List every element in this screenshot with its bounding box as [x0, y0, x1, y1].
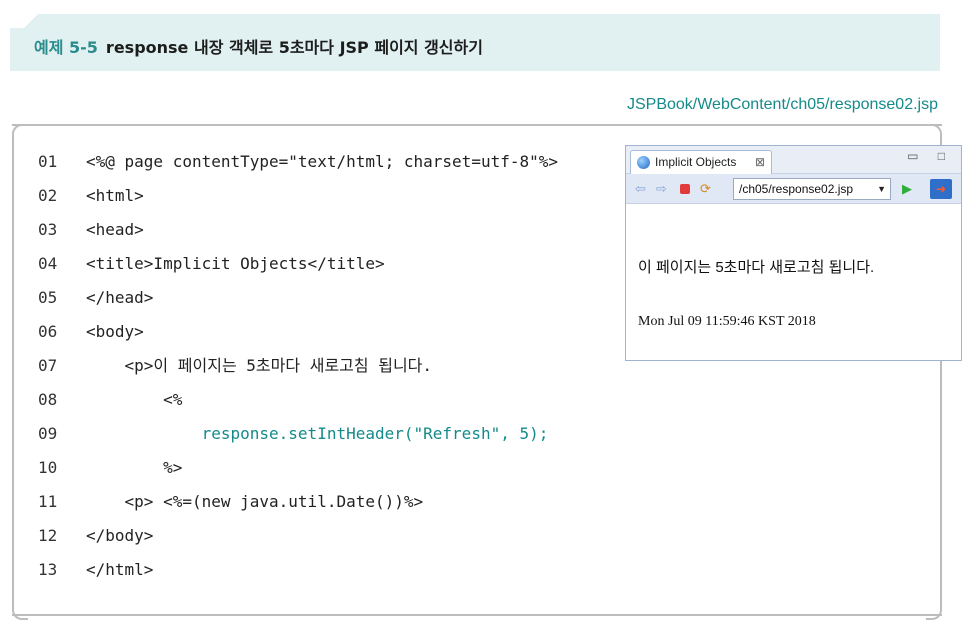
code-text: <%	[86, 390, 183, 409]
chevron-down-icon[interactable]: ▼	[877, 179, 886, 199]
line-number: 02	[38, 186, 58, 205]
line-number: 04	[38, 254, 58, 273]
window-controls[interactable]: ▭ □	[907, 149, 953, 163]
line-number: 03	[38, 220, 58, 239]
code-line: 03 <head>	[38, 219, 558, 253]
go-icon[interactable]: ▶	[902, 181, 912, 197]
code-line: 02 <html>	[38, 185, 558, 219]
line-number: 07	[38, 356, 58, 375]
forward-arrow-icon[interactable]: ⇨	[656, 181, 667, 197]
code-line: 09 response.setIntHeader("Refresh", 5);	[38, 423, 558, 457]
example-title: 예제 5-5 response 내장 객체로 5초마다 JSP 페이지 갱신하기	[34, 34, 483, 58]
code-line: 13 </html>	[38, 559, 558, 593]
code-listing: 01 <%@ page contentType="text/html; chars…	[38, 151, 558, 593]
line-number: 01	[38, 152, 58, 171]
stop-icon[interactable]	[680, 184, 690, 194]
refresh-icon[interactable]: ⟳	[700, 181, 711, 197]
line-number: 10	[38, 458, 58, 477]
code-line: 11 <p> <%=(new java.util.Date())%>	[38, 491, 558, 525]
url-input[interactable]: /ch05/response02.jsp ▼	[733, 178, 891, 200]
code-line: 04 <title>Implicit Objects</title>	[38, 253, 558, 287]
file-path: JSPBook/WebContent/ch05/response02.jsp	[626, 96, 938, 113]
browser-tab-title: Implicit Objects	[655, 155, 737, 169]
code-text: <p>이 페이지는 5초마다 새로고침 됩니다.	[86, 356, 433, 375]
code-text: <%@ page contentType="text/html; charset…	[86, 152, 559, 171]
code-line: 08 <%	[38, 389, 558, 423]
page-content-line1: 이 페이지는 5초마다 새로고침 됩니다.	[638, 259, 875, 276]
code-text: </html>	[86, 560, 154, 579]
close-icon[interactable]: ⊠	[755, 151, 765, 173]
page-content-date: Mon Jul 09 11:59:46 KST 2018	[638, 314, 816, 329]
code-text: <title>Implicit Objects</title>	[86, 254, 385, 273]
external-browser-icon[interactable]: ➔	[930, 179, 952, 199]
code-text: </head>	[86, 288, 154, 307]
code-text: <body>	[86, 322, 144, 341]
back-arrow-icon[interactable]: ⇦	[635, 181, 646, 197]
line-number: 11	[38, 492, 58, 511]
code-text: <html>	[86, 186, 144, 205]
code-text: %>	[86, 458, 183, 477]
browser-tab[interactable]: Implicit Objects ⊠	[630, 150, 772, 174]
code-line: 05 </head>	[38, 287, 558, 321]
line-number: 08	[38, 390, 58, 409]
line-number: 05	[38, 288, 58, 307]
code-line: 01 <%@ page contentType="text/html; chars…	[38, 151, 558, 185]
code-text: <p> <%=(new java.util.Date())%>	[86, 492, 424, 511]
browser-toolbar: ⇦ ⇨ ⟳ /ch05/response02.jsp ▼ ▶ ➔	[626, 174, 961, 204]
example-number: 예제 5-5	[34, 38, 98, 57]
example-title-text: response 내장 객체로 5초마다 JSP 페이지 갱신하기	[105, 38, 483, 57]
browser-tab-bar: Implicit Objects ⊠ ▭ □	[626, 146, 961, 174]
line-number: 13	[38, 560, 58, 579]
code-text: </body>	[86, 526, 154, 545]
line-number: 09	[38, 424, 58, 443]
line-number: 06	[38, 322, 58, 341]
code-line: 10 %>	[38, 457, 558, 491]
code-text: response.setIntHeader("Refresh", 5);	[86, 424, 549, 443]
url-text: /ch05/response02.jsp	[739, 182, 854, 196]
globe-icon	[637, 156, 650, 169]
code-line: 07 <p>이 페이지는 5초마다 새로고침 됩니다.	[38, 355, 558, 389]
line-number: 12	[38, 526, 58, 545]
header-notch	[10, 14, 38, 28]
code-text: <head>	[86, 220, 144, 239]
code-line: 12 </body>	[38, 525, 558, 559]
browser-window: Implicit Objects ⊠ ▭ □ ⇦ ⇨ ⟳ /ch05/respo…	[625, 145, 962, 361]
code-line: 06 <body>	[38, 321, 558, 355]
